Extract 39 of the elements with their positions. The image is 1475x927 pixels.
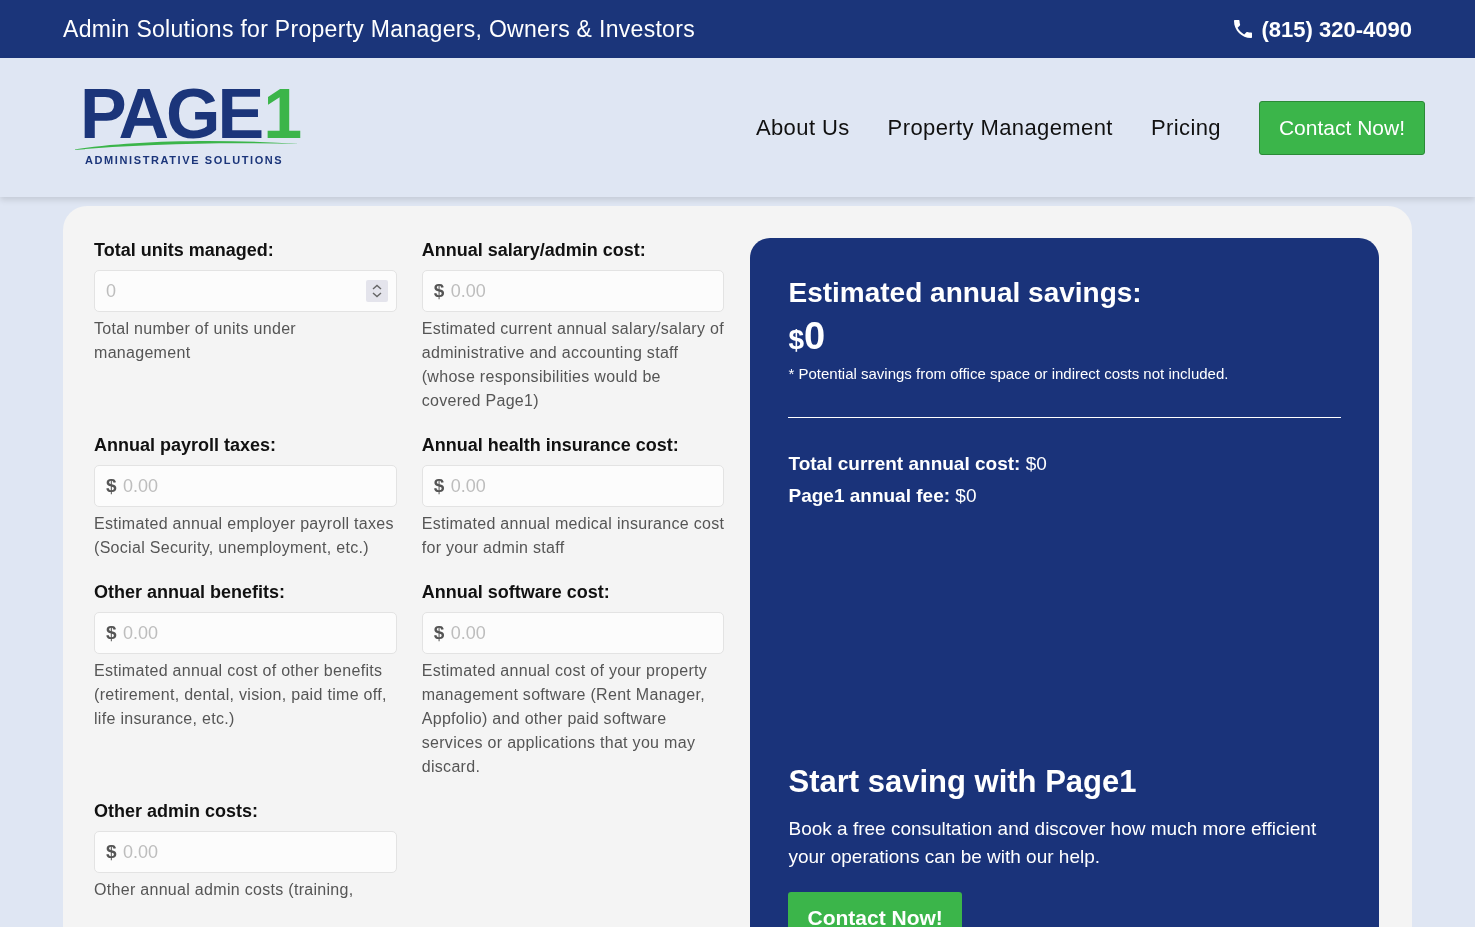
field-label: Other annual benefits: (94, 581, 287, 604)
savings-note: * Potential savings from office space or indirect costs not included. (788, 364, 1230, 384)
currency-prefix: $ (106, 840, 117, 864)
savings-amount: 0 (804, 316, 826, 356)
field-label: Other admin costs: (94, 800, 260, 823)
number-input[interactable]: 0 (94, 270, 397, 312)
nav-link[interactable]: Property Management (887, 111, 1113, 144)
nav-link[interactable]: About Us (755, 111, 850, 144)
field-label: Annual salary/admin cost: (421, 239, 647, 262)
cost-summary-line: Total current annual cost: $0 (788, 452, 1048, 476)
logo-tagline: ADMINISTRATIVE SOLUTIONS (84, 152, 285, 168)
currency-prefix: $ (433, 474, 445, 498)
field-label: Annual payroll taxes: (94, 434, 278, 457)
field-help-text: Estimated annual medical insurance cost for your admin staff (421, 514, 725, 558)
phone-link[interactable]: (815) 320-4090 (1233, 12, 1412, 46)
savings-currency: $ (788, 324, 805, 357)
currency-prefix: $ (433, 621, 445, 645)
logo-wordmark: PAGE (80, 86, 262, 141)
currency-prefix: $ (106, 474, 117, 498)
cta-text: Book a free consultation and discover how much more efficient your operations can be with our help. (788, 817, 1318, 869)
nav-link[interactable]: Pricing (1150, 111, 1221, 144)
field-label: Annual software cost: (421, 581, 611, 604)
field-help-text: Estimated annual cost of other benefits (retirement, dental, vision, paid time off, life insurance, etc.) (94, 661, 388, 729)
phone-icon (1233, 20, 1252, 38)
savings-title: Estimated annual savings: (788, 276, 1143, 310)
field-help-text: Estimated annual employer payroll taxes (Social Security, unemployment, etc.) (94, 514, 395, 558)
logo-digit: 1 (263, 86, 303, 141)
field-help-text: Estimated current annual salary/salary of administrative and accounting staff (whose responsibilities would be covered Page1) (421, 319, 725, 411)
currency-prefix: $ (106, 621, 117, 645)
currency-prefix: $ (433, 279, 445, 303)
spinner-icon[interactable] (365, 280, 388, 302)
field-help-text: Other annual admin costs (training, (94, 880, 355, 900)
cost-summary-line: Page1 annual fee: $0 (788, 484, 978, 508)
cta-heading: Start saving with Page1 (788, 763, 1138, 801)
field-label: Annual health insurance cost: (421, 434, 680, 457)
field-label: Total units managed: (94, 239, 275, 262)
field-help-text: Estimated annual cost of your property management software (Rent Manager, Appfolio) and other paid software services or applications that you may discard. (421, 661, 709, 777)
top-bar-tagline: Admin Solutions for Property Managers, Owners & Investors (63, 14, 695, 44)
field-help-text: Total number of units under management (94, 319, 297, 363)
